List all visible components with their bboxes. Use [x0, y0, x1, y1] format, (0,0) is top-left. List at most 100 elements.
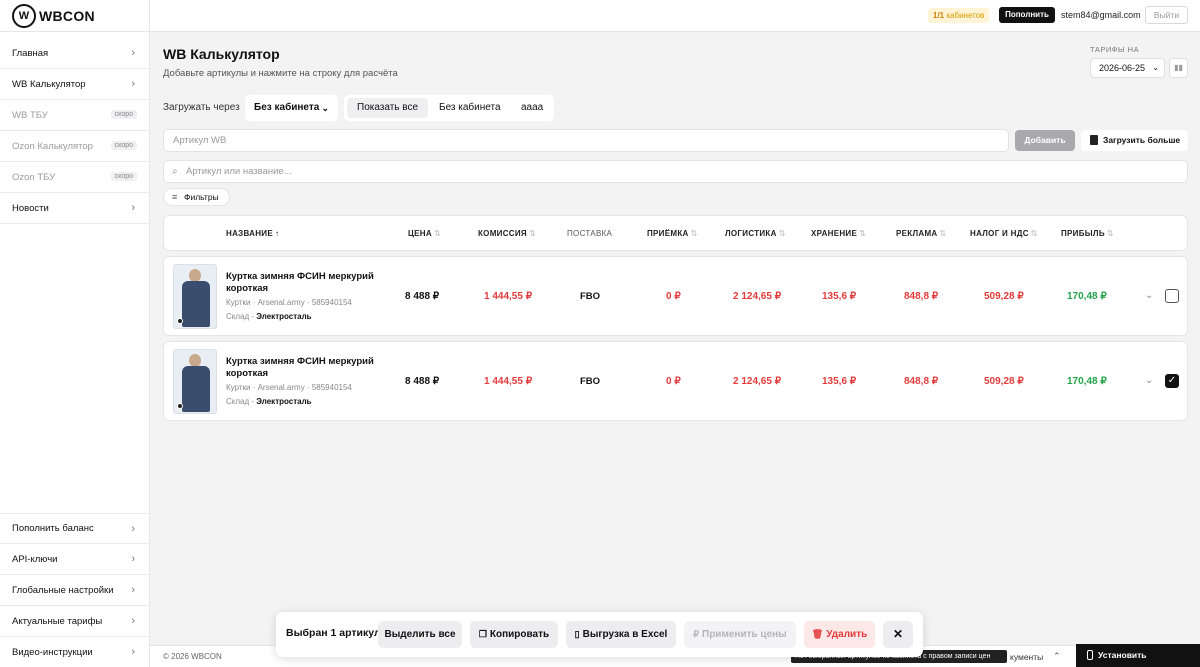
upload-more-label: Загрузить больше [1103, 135, 1181, 145]
cell-storage: 135,6 ₽ [822, 291, 857, 302]
install-app-button[interactable]: Установить приложение [1076, 644, 1200, 667]
column-header-name[interactable]: НАЗВАНИЕ ↑ [226, 229, 279, 238]
selection-action-bar: Выбран 1 артикул Выделить все ❐ Копироват… [276, 612, 923, 657]
table-row[interactable]: Куртка зимняя ФСИН меркурий короткая Кур… [163, 341, 1188, 421]
trash-icon: 🗑 [811, 629, 824, 639]
cell-price: 8 488 ₽ [405, 376, 440, 387]
chevron-down-icon: ⌄ [1152, 63, 1159, 72]
search-placeholder: Артикул или название... [186, 166, 292, 177]
chevron-down-icon: ⌄ [321, 103, 329, 113]
cabinets-badge[interactable]: 1/1 кабинетов [928, 8, 990, 23]
sidebar-item-topup-balance[interactable]: Пополнить баланс › [0, 513, 149, 544]
phone-icon [1087, 650, 1093, 660]
sidebar-item-current-tariffs[interactable]: Актуальные тарифы › [0, 606, 149, 637]
table-header: НАЗВАНИЕ ↑ ЦЕНА ⇅ КОМИССИЯ ⇅ ПОСТАВКА ПРИЁМ… [163, 215, 1188, 251]
tariffs-date-value: 2026-06-25 [1099, 63, 1146, 73]
topup-button[interactable]: Пополнить [999, 7, 1055, 23]
product-image [173, 349, 217, 414]
search-input[interactable]: ⌕ Артикул или название... [163, 160, 1188, 183]
chevron-right-icon: › [131, 202, 135, 214]
chart-icon[interactable]: ▮▮ [1169, 58, 1188, 78]
sidebar-item-label: Пополнить баланс [12, 523, 94, 534]
page-subtitle: Добавьте артикулы и нажмите на строку дл… [163, 68, 398, 79]
install-app-label: Установить приложение [1098, 650, 1147, 660]
cell-acceptance: 0 ₽ [666, 291, 681, 302]
column-header-tax[interactable]: НАЛОГ И НДС ⇅ [970, 229, 1038, 238]
documents-link[interactable]: кументы [1010, 652, 1043, 662]
logout-button[interactable]: Выйти [1145, 6, 1188, 24]
top-bar: W WBCON 1/1 кабинетов Пополнить stem84@g… [0, 0, 1200, 32]
upload-more-button[interactable]: Загрузить больше [1081, 130, 1188, 151]
row-checkbox[interactable] [1165, 289, 1179, 303]
load-via-label: Загружать через [163, 102, 240, 113]
sidebar-item-label: WB ТБУ [12, 109, 48, 121]
close-icon[interactable]: ✕ [883, 621, 913, 648]
chevron-up-icon[interactable]: ⌃ [1053, 651, 1061, 662]
sidebar-item-api-keys[interactable]: API-ключи › [0, 544, 149, 575]
sidebar-item-label: Видео-инструкции [12, 647, 93, 658]
cabinet-select[interactable]: Без кабинета ⌄ [245, 95, 338, 121]
table-row[interactable]: Куртка зимняя ФСИН меркурий короткая Кур… [163, 256, 1188, 336]
logo[interactable]: W WBCON [12, 3, 152, 29]
column-header-ads[interactable]: РЕКЛАМА ⇅ [896, 229, 947, 238]
filter-option-aaaa[interactable]: аааа [511, 98, 553, 118]
column-header-logistics[interactable]: ЛОГИСТИКА ⇅ [725, 229, 786, 238]
product-meta: Куртки · Arsenal.army · 585940154 [226, 383, 352, 392]
user-email: stem84@gmail.com [1061, 10, 1141, 20]
column-header-commission[interactable]: КОМИССИЯ ⇅ [478, 229, 536, 238]
cabinets-count: 1/1 [933, 11, 945, 20]
product-image-jacket [182, 281, 210, 327]
cell-ads: 848,8 ₽ [904, 291, 939, 302]
sidebar-item-label: Актуальные тарифы [12, 615, 103, 627]
cabinet-filter-group: Показать все Без кабинета аааа [344, 95, 554, 121]
column-header-profit[interactable]: ПРИБЫЛЬ ⇅ [1061, 229, 1114, 238]
cabinet-select-value: Без кабинета [254, 102, 320, 113]
cabinets-label: кабинетов [946, 11, 985, 20]
chevron-right-icon: › [131, 646, 135, 658]
chevron-down-icon[interactable]: ⌄ [1145, 375, 1153, 386]
copy-button[interactable]: ❐ Копировать [470, 621, 558, 648]
filter-icon: ≡ [172, 192, 178, 202]
cell-profit: 170,48 ₽ [1067, 291, 1107, 302]
cell-price: 8 488 ₽ [405, 291, 440, 302]
cell-logistics: 2 124,65 ₽ [733, 376, 782, 387]
page-title: WB Калькулятор [163, 46, 280, 62]
select-all-button[interactable]: Выделить все [378, 621, 462, 648]
search-icon: ⌕ [172, 166, 178, 177]
column-header-storage[interactable]: ХРАНЕНИЕ ⇅ [811, 229, 866, 238]
copy-icon: ❐ [478, 629, 487, 639]
sidebar-item-news[interactable]: Новости › [0, 193, 149, 224]
cell-commission: 1 444,55 ₽ [484, 291, 533, 302]
cell-profit: 170,48 ₽ [1067, 376, 1107, 387]
add-button[interactable]: Добавить [1015, 130, 1075, 151]
cell-tax: 509,28 ₽ [984, 291, 1024, 302]
sidebar-item-label: Ozon ТБУ [12, 171, 56, 183]
chevron-right-icon: › [131, 523, 135, 535]
sidebar-item-wb-calculator[interactable]: WB Калькулятор › [0, 69, 149, 100]
column-header-price[interactable]: ЦЕНА ⇅ [408, 229, 441, 238]
filter-option-no-cabinet[interactable]: Без кабинета [429, 98, 511, 118]
chevron-down-icon[interactable]: ⌄ [1145, 290, 1153, 301]
logo-text: WBCON [39, 8, 95, 24]
apply-prices-button[interactable]: ₽ Применить цены [684, 621, 796, 648]
row-checkbox-checked[interactable]: ✓ [1165, 374, 1179, 388]
sidebar-item-home[interactable]: Главная › [0, 38, 149, 69]
sidebar-item-label: Глобальные настройки [12, 584, 114, 596]
product-name: Куртка зимняя ФСИН меркурий короткая [226, 356, 374, 379]
sidebar-item-video-guides[interactable]: Видео-инструкции › [0, 637, 149, 667]
sidebar: Главная › WB Калькулятор › WB ТБУ скоро … [0, 32, 150, 667]
column-header-delivery: ПОСТАВКА [567, 229, 613, 238]
product-image-jacket [182, 366, 210, 412]
copyright: © 2026 WBCON [163, 652, 222, 661]
article-input[interactable]: Артикул WB [163, 129, 1009, 152]
export-excel-button[interactable]: ▯ Выгрузка в Excel [566, 621, 676, 648]
column-header-acceptance[interactable]: ПРИЁМКА ⇅ [647, 229, 698, 238]
filter-option-show-all[interactable]: Показать все [347, 98, 429, 118]
tariffs-date-select[interactable]: 2026-06-25 ⌄ [1090, 58, 1165, 78]
delete-button[interactable]: 🗑 Удалить [804, 621, 875, 648]
sidebar-item-global-settings[interactable]: Глобальные настройки › [0, 575, 149, 606]
chevron-right-icon: › [131, 615, 135, 627]
filters-button[interactable]: ≡ Фильтры [163, 188, 230, 206]
divider [149, 0, 150, 32]
sidebar-item-label: Новости [12, 202, 49, 214]
